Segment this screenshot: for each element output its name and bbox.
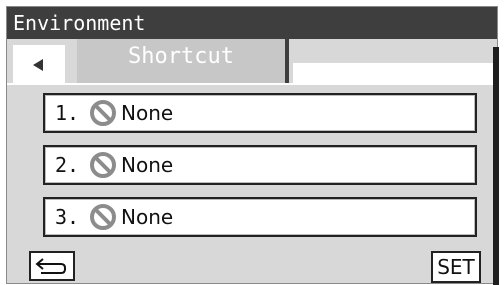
screen: Environment Shortcut 1. None 2. None 3. … — [0, 0, 504, 285]
shortcut-label: None — [121, 101, 174, 125]
back-button[interactable] — [13, 45, 65, 83]
footer-bar: SET — [7, 245, 497, 283]
shortcut-number: 1. — [55, 101, 80, 125]
scrollbar[interactable] — [493, 47, 499, 285]
set-button[interactable]: SET — [431, 251, 481, 283]
return-arrow-icon — [35, 258, 66, 274]
tab-shortcut-label: Shortcut — [128, 44, 234, 69]
shortcut-row-1[interactable]: 1. None — [43, 93, 477, 133]
shortcut-row-3[interactable]: 3. None — [43, 197, 477, 237]
shortcut-row-2[interactable]: 2. None — [43, 145, 477, 185]
left-arrow-icon — [33, 59, 43, 71]
prohibited-icon — [90, 152, 116, 178]
prohibited-icon — [90, 204, 116, 230]
tab-row: Shortcut — [7, 39, 497, 83]
shortcut-list: 1. None 2. None 3. None — [7, 83, 497, 245]
tab-shortcut[interactable]: Shortcut — [77, 39, 289, 83]
return-button[interactable] — [29, 251, 75, 281]
shortcut-number: 2. — [55, 153, 80, 177]
environment-window: Environment Shortcut 1. None 2. None 3. … — [6, 6, 499, 285]
shortcut-label: None — [121, 153, 174, 177]
window-title: Environment — [7, 7, 497, 39]
shortcut-label: None — [121, 205, 174, 229]
prohibited-icon — [90, 100, 116, 126]
shortcut-number: 3. — [55, 205, 80, 229]
tab-strip-empty — [293, 63, 497, 83]
